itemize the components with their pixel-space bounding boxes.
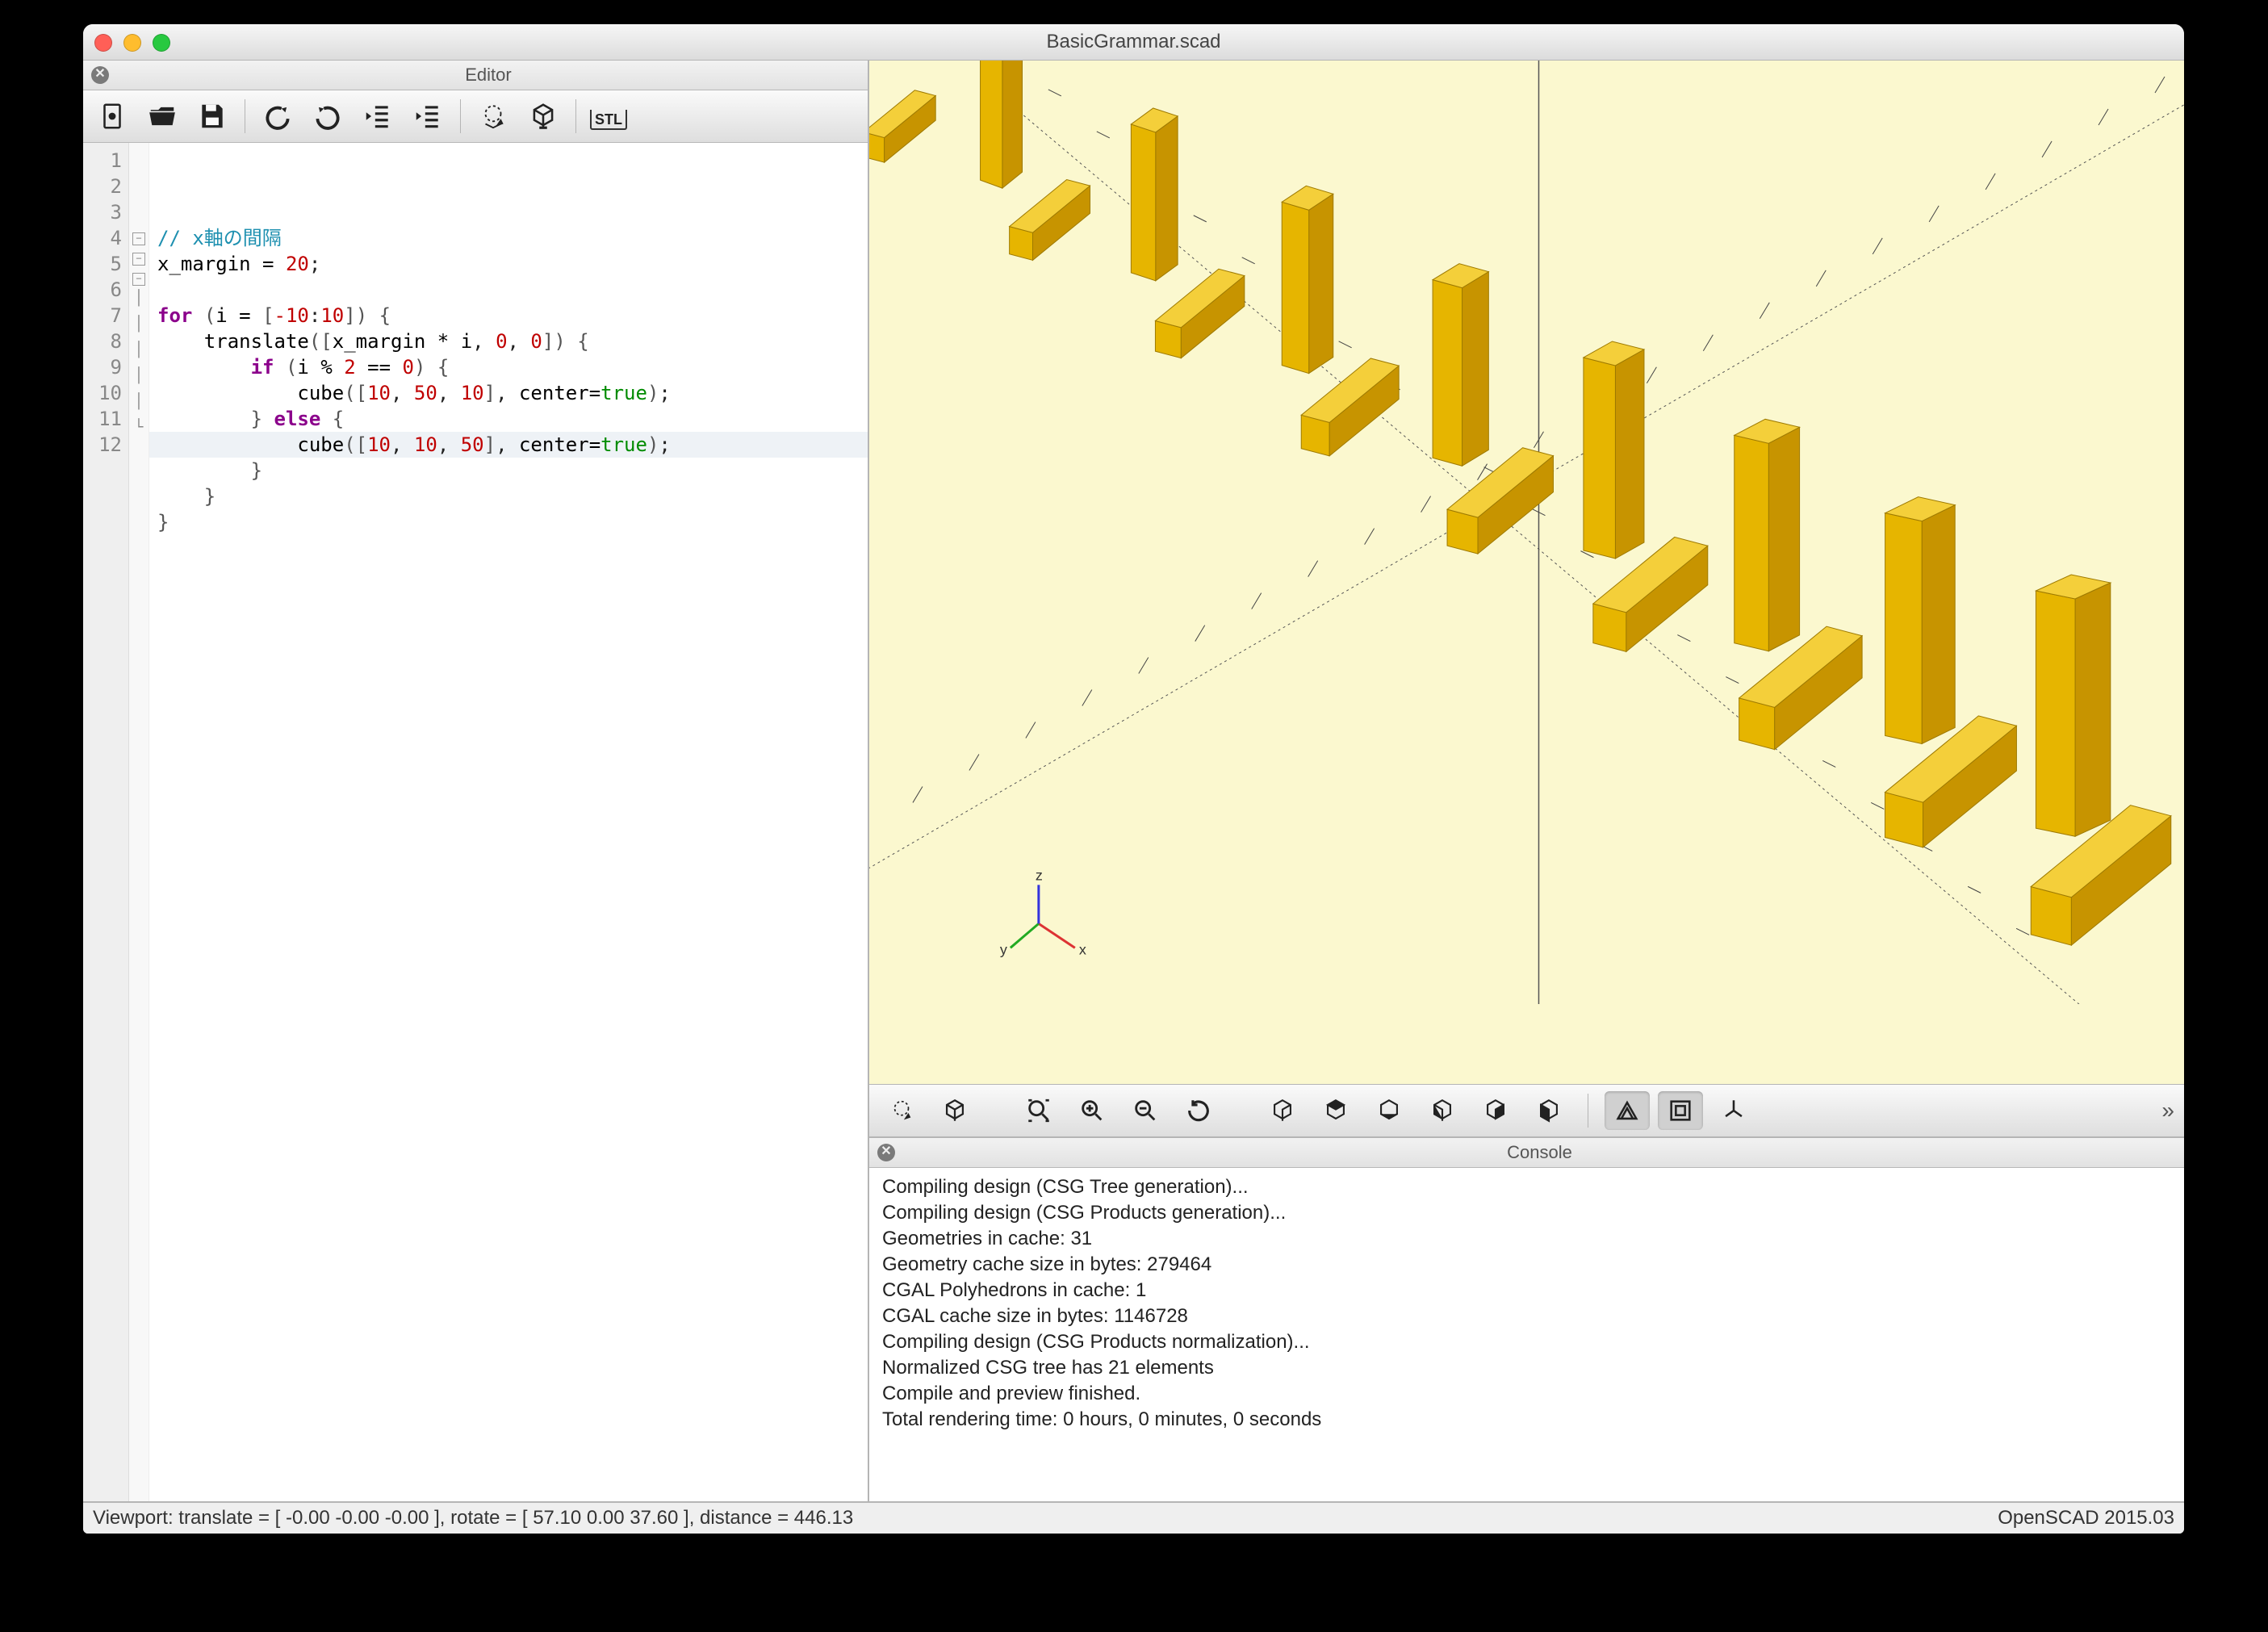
- maximize-window-button[interactable]: [153, 34, 170, 52]
- code-lines[interactable]: // x軸の間隔x_margin = 20; for (i = [-10:10]…: [149, 143, 868, 1501]
- zoom-in-button[interactable]: [1069, 1091, 1115, 1130]
- perspective-button[interactable]: [1605, 1091, 1650, 1130]
- viewport-pane: x y z: [869, 61, 2184, 1501]
- view-bottom-button[interactable]: [1366, 1091, 1412, 1130]
- editor-title: Editor: [109, 65, 868, 86]
- new-file-button[interactable]: [90, 97, 135, 136]
- render-button-2[interactable]: [932, 1091, 977, 1130]
- show-axes-button[interactable]: [1711, 1091, 1756, 1130]
- console-close-button[interactable]: ✕: [877, 1144, 895, 1161]
- view-front-button[interactable]: [1473, 1091, 1518, 1130]
- redo-button[interactable]: [305, 97, 350, 136]
- app-window: { "window": { "title": "BasicGrammar.sca…: [83, 24, 2184, 1534]
- close-window-button[interactable]: [94, 34, 112, 52]
- stl-label: STL: [590, 110, 627, 130]
- svg-text:y: y: [1000, 941, 1007, 957]
- console-pane: ✕ Console Compiling design (CSG Tree gen…: [869, 1137, 2184, 1501]
- render-button[interactable]: [521, 97, 566, 136]
- toolbar-overflow-button[interactable]: »: [2161, 1098, 2174, 1124]
- editor-header: ✕ Editor: [83, 61, 868, 90]
- svg-text:x: x: [1079, 941, 1086, 957]
- editor-toolbar: STL: [83, 90, 868, 143]
- zoom-fit-button[interactable]: [1016, 1091, 1061, 1130]
- export-stl-button[interactable]: STL: [586, 97, 631, 136]
- console-header: ✕ Console: [869, 1138, 2184, 1168]
- window-controls: [94, 34, 170, 52]
- preview-button[interactable]: [471, 97, 516, 136]
- window-title: BasicGrammar.scad: [83, 31, 2184, 53]
- editor-pane: ✕ Editor STL 123456789101112: [83, 61, 869, 1501]
- titlebar: BasicGrammar.scad: [83, 24, 2184, 61]
- editor-close-button[interactable]: ✕: [91, 66, 109, 84]
- content-area: ✕ Editor STL 123456789101112: [83, 61, 2184, 1501]
- view-left-button[interactable]: [1420, 1091, 1465, 1130]
- view-top-button[interactable]: [1313, 1091, 1358, 1130]
- open-file-button[interactable]: [140, 97, 185, 136]
- orthographic-button[interactable]: [1658, 1091, 1703, 1130]
- line-number-gutter: 123456789101112: [83, 143, 129, 1501]
- unindent-button[interactable]: [355, 97, 400, 136]
- zoom-out-button[interactable]: [1123, 1091, 1168, 1130]
- undo-button[interactable]: [255, 97, 300, 136]
- status-bar: Viewport: translate = [ -0.00 -0.00 -0.0…: [83, 1501, 2184, 1534]
- console-output[interactable]: Compiling design (CSG Tree generation)..…: [869, 1168, 2184, 1501]
- status-left: Viewport: translate = [ -0.00 -0.00 -0.0…: [93, 1507, 853, 1529]
- status-right: OpenSCAD 2015.03: [1998, 1507, 2174, 1529]
- save-file-button[interactable]: [190, 97, 235, 136]
- viewport-toolbar: »: [869, 1085, 2184, 1137]
- svg-text:z: z: [1036, 867, 1043, 883]
- indent-button[interactable]: [405, 97, 450, 136]
- minimize-window-button[interactable]: [123, 34, 141, 52]
- view-right-button[interactable]: [1260, 1091, 1305, 1130]
- console-title: Console: [895, 1142, 2184, 1163]
- view-back-button[interactable]: [1526, 1091, 1571, 1130]
- preview-button-2[interactable]: [879, 1091, 924, 1130]
- code-editor[interactable]: 123456789101112 −−−│││││└ // x軸の間隔x_marg…: [83, 143, 868, 1501]
- reset-view-button[interactable]: [1176, 1091, 1221, 1130]
- fold-column[interactable]: −−−│││││└: [129, 143, 149, 1501]
- 3d-viewport[interactable]: x y z: [869, 61, 2184, 1085]
